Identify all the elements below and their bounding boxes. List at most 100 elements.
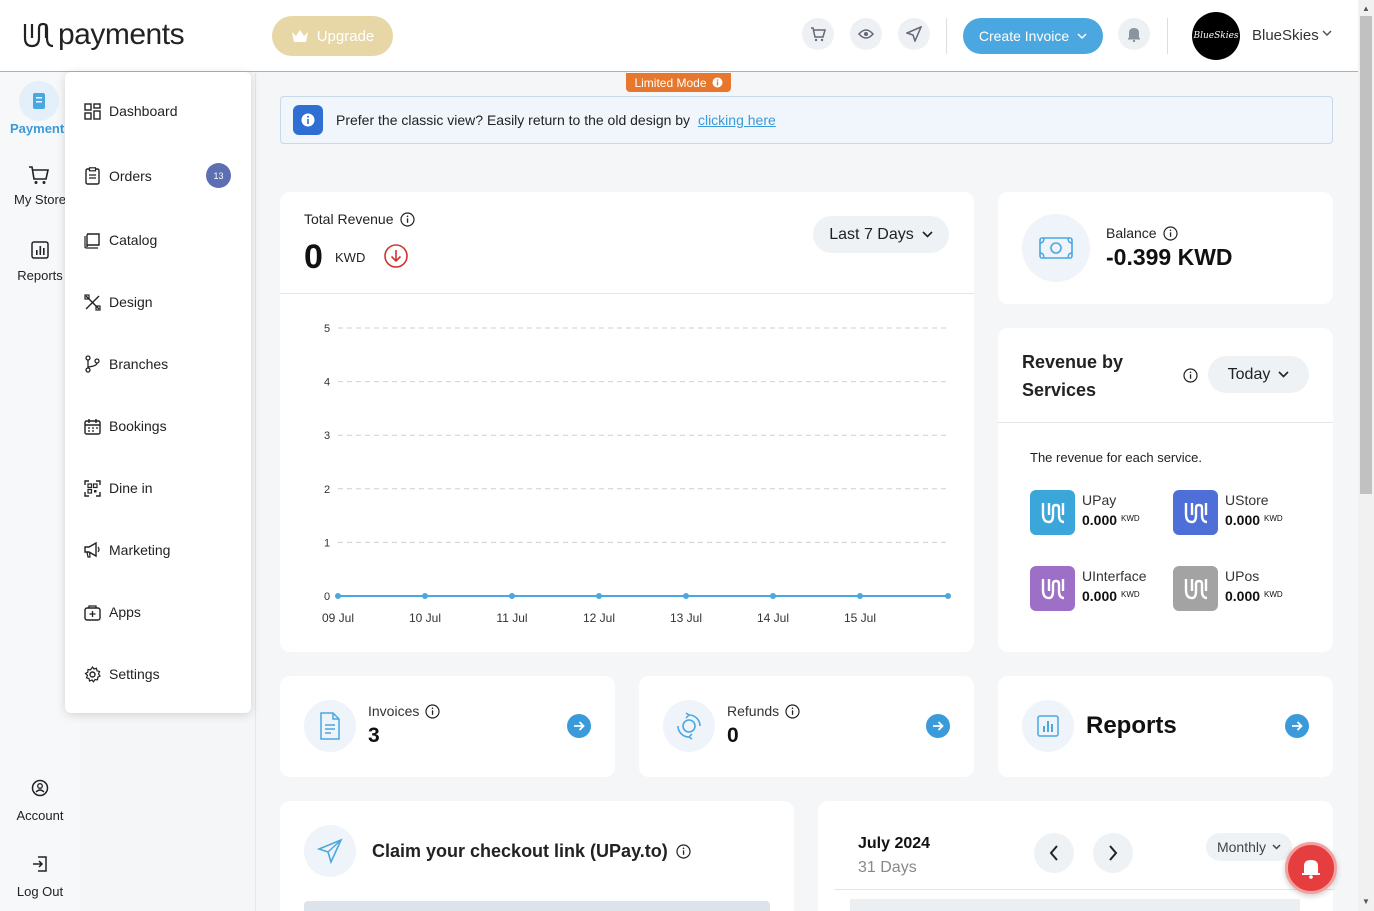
scroll-down-arrow-icon[interactable]: ▼ [1362,897,1370,906]
arrow-right-icon[interactable] [567,714,591,738]
menu-item-dashboard[interactable]: Dashboard [83,99,243,123]
scrollbar[interactable]: ▲ ▼ [1358,0,1374,911]
data-point[interactable] [945,593,951,599]
service-upos[interactable]: UPos 0.000 KWD [1173,566,1313,612]
arrow-right-icon[interactable] [1285,714,1309,738]
chevron-down-icon [922,231,933,238]
menu-item-marketing[interactable]: Marketing [83,538,243,562]
eye-icon [858,29,874,39]
limited-mode-badge[interactable]: Limited Mode [626,73,731,92]
chevron-down-icon[interactable] [1322,30,1332,36]
classic-view-link[interactable]: clicking here [698,112,776,128]
menu-label: Apps [109,604,141,620]
create-invoice-button[interactable]: Create Invoice [963,18,1103,54]
gear-icon [83,665,101,683]
cart-icon [811,27,826,42]
arrow-right-icon[interactable] [926,714,950,738]
calendar-mode-select[interactable]: Monthly [1206,833,1292,861]
data-point[interactable] [857,593,863,599]
service-amount-row: 0.000 KWD [1225,588,1283,604]
services-title: Revenue by Services [1022,352,1124,400]
calendar-month: July 2024 [858,835,931,852]
invoices-card[interactable]: Invoices 3 [280,676,615,777]
upay-logo-icon [1030,490,1075,535]
upgrade-button[interactable]: Upgrade [272,16,393,56]
username[interactable]: BlueSkies [1252,27,1319,44]
menu-item-catalog[interactable]: Catalog [83,228,243,252]
x-tick-label: 10 Jul [409,611,441,625]
scroll-up-arrow-icon[interactable]: ▲ [1362,4,1370,13]
data-point[interactable] [509,593,515,599]
info-icon[interactable] [1183,368,1198,383]
menu-item-design[interactable]: Design [83,290,243,314]
services-period-select[interactable]: Today [1208,356,1309,393]
orders-count-badge: 13 [206,163,231,188]
bell-icon [1302,860,1320,879]
payments-icon [33,93,45,109]
notification-fab[interactable] [1285,842,1337,894]
rail-item-account[interactable]: Account [0,779,80,829]
info-icon[interactable] [676,844,691,859]
x-tick-label: 12 Jul [583,611,615,625]
chevron-left-icon [1049,845,1058,861]
data-point[interactable] [422,593,428,599]
data-point[interactable] [596,593,602,599]
rail-label-log-out: Log Out [16,884,64,899]
scroll-thumb[interactable] [1360,16,1372,494]
service-currency: KWD [1264,590,1283,599]
revenue-period-select[interactable]: Last 7 Days [813,216,949,253]
y-tick-label: 1 [324,537,330,549]
x-tick-label: 11 Jul [496,611,527,625]
chevron-down-icon [1272,844,1281,850]
info-icon[interactable] [1162,225,1178,241]
calendar-icon [83,418,101,435]
cart-button[interactable] [802,18,834,50]
service-amount: 0.000 [1082,588,1118,604]
divider [834,889,1334,890]
data-point[interactable] [683,593,689,599]
logout-icon [33,856,47,872]
preview-button[interactable] [850,18,882,50]
refunds-card[interactable]: Refunds 0 [639,676,974,777]
service-amount: 0.000 [1225,512,1261,528]
info-icon[interactable] [399,211,415,227]
menu-item-apps[interactable]: Apps [83,600,243,624]
chart-icon [31,241,49,259]
balance-title: Balance [1106,225,1178,241]
branches-icon [84,355,100,373]
orders-icon [84,167,100,185]
invoice-icon [320,712,340,740]
menu-item-dine-in[interactable]: Dine in [83,476,243,500]
menu-item-settings[interactable]: Settings [83,662,243,686]
cart-icon [29,166,49,184]
service-upay[interactable]: UPay 0.000 KWD [1030,490,1170,536]
menu-label: Catalog [109,232,158,248]
info-icon[interactable] [425,703,440,719]
logo[interactable]: payments [22,18,185,52]
avatar[interactable]: BlueSkies [1192,12,1240,60]
divider [998,422,1333,423]
service-ustore[interactable]: UStore 0.000 KWD [1173,490,1313,536]
y-tick-label: 3 [324,430,330,442]
total-revenue-card: Total Revenue 0 KWD Last 7 Days 0 1 2 3 4 5 09… [280,192,974,652]
rail-item-log-out[interactable]: Log Out [0,855,80,905]
menu-item-branches[interactable]: Branches [83,352,243,376]
banner-text: Prefer the classic view? Easily return t… [336,112,776,128]
calendar-next-button[interactable] [1093,833,1133,873]
data-point[interactable] [770,593,776,599]
claim-link-input[interactable] [304,901,770,911]
info-icon[interactable] [785,703,800,719]
claim-title-text: Claim your checkout link (UPay.to) [372,841,668,861]
info-icon [712,77,723,88]
reports-card[interactable]: Reports [998,676,1333,777]
services-period-label: Today [1227,365,1271,383]
calendar-prev-button[interactable] [1034,833,1074,873]
y-tick-label: 5 [324,323,330,335]
menu-item-bookings[interactable]: Bookings [83,414,243,438]
notifications-button[interactable] [1118,18,1150,50]
top-bar: payments Upgrade Create Invoice BlueSkie… [0,0,1358,72]
avatar-text: BlueSkies [1193,31,1239,41]
send-button[interactable] [898,18,930,50]
data-point[interactable] [335,593,341,599]
service-uinterface[interactable]: UInterface 0.000 KWD [1030,566,1170,612]
